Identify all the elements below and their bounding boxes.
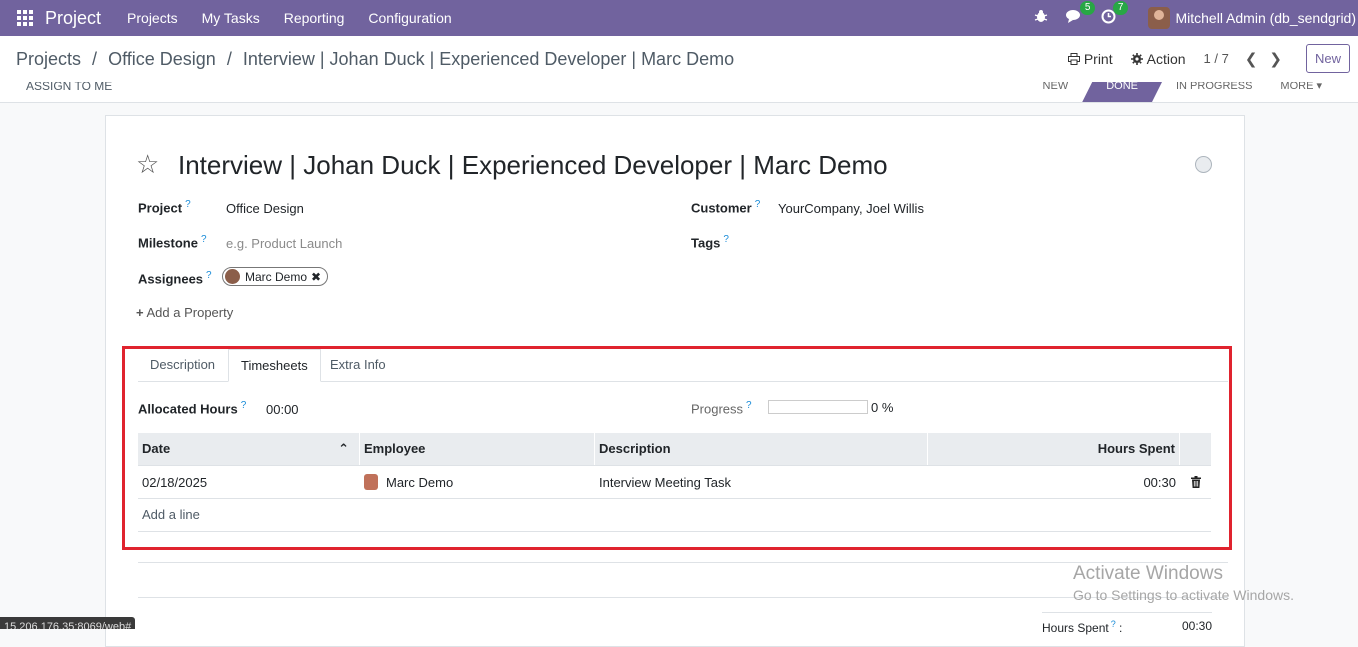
pager-next-icon[interactable]: ❯ (1269, 50, 1282, 68)
printer-icon (1067, 52, 1080, 65)
project-label: Project? (138, 199, 191, 216)
breadcrumb-current: Interview | Johan Duck | Experienced Dev… (242, 49, 735, 69)
stage-pipeline: NEW DONE IN PROGRESS MORE ▾ (1029, 82, 1336, 102)
activities-badge: 7 (1112, 0, 1129, 15)
menu-projects[interactable]: Projects (127, 10, 178, 26)
avatar (225, 269, 240, 284)
add-property-button[interactable]: + Add a Property (136, 305, 233, 320)
milestone-label: Milestone? (138, 234, 207, 251)
kanban-state-indicator[interactable] (1195, 156, 1212, 173)
assignees-label: Assignees? (138, 270, 212, 287)
assign-to-me-button[interactable]: ASSIGN TO ME (26, 82, 112, 93)
help-icon[interactable]: ? (755, 199, 761, 210)
customer-label: Customer? (691, 199, 761, 216)
messages-icon[interactable]: 5 (1066, 1, 1096, 27)
pager-prev-icon[interactable]: ❮ (1245, 50, 1258, 68)
plus-icon: + (136, 305, 144, 320)
customer-field[interactable]: YourCompany, Joel Willis (778, 201, 924, 216)
messages-badge: 5 (1079, 1, 1096, 15)
app-brand[interactable]: Project (45, 8, 101, 29)
status-bar: ASSIGN TO ME NEW DONE IN PROGRESS MORE ▾ (0, 82, 1358, 103)
assignee-tag[interactable]: Marc Demo ✖ (222, 267, 329, 286)
gear-icon (1130, 52, 1143, 65)
print-label: Print (1083, 50, 1113, 67)
control-panel: Projects / Office Design / Interview | J… (0, 36, 1358, 83)
project-field[interactable]: Office Design (226, 201, 304, 216)
help-icon[interactable]: ? (723, 234, 729, 245)
breadcrumb: Projects / Office Design / Interview | J… (16, 49, 734, 70)
user-name: Mitchell Admin (db_sendgrid) (1175, 10, 1356, 26)
remove-tag-icon[interactable]: ✖ (311, 270, 321, 284)
menu-my-tasks[interactable]: My Tasks (202, 10, 260, 26)
stage-more-label: MORE (1280, 82, 1314, 92)
highlight-box (122, 346, 1232, 550)
apps-grid-icon[interactable] (17, 10, 33, 26)
hours-spent-total: Hours Spent? : 00:30 (1042, 612, 1212, 635)
breadcrumb-separator: / (92, 49, 98, 69)
new-button[interactable]: New (1305, 44, 1350, 73)
tags-label: Tags? (691, 234, 729, 251)
action-button[interactable]: Action (1130, 50, 1186, 67)
favorite-star-icon[interactable]: ☆ (136, 149, 159, 180)
help-icon[interactable]: ? (206, 270, 212, 281)
action-label: Action (1146, 50, 1186, 67)
hours-spent-label: Hours Spent? : (1042, 619, 1123, 635)
add-property-label: Add a Property (146, 305, 234, 320)
debug-bug-icon[interactable] (1034, 9, 1048, 27)
stage-done[interactable]: DONE (1082, 82, 1162, 102)
print-button[interactable]: Print (1067, 50, 1113, 67)
browser-status-url: 15.206.176.35:8069/web# (0, 617, 136, 629)
pager-value[interactable]: 1 / 7 (1204, 51, 1229, 66)
activities-clock-icon[interactable]: 7 (1101, 0, 1129, 28)
task-title[interactable]: Interview | Johan Duck | Experienced Dev… (178, 150, 888, 181)
stage-new[interactable]: NEW (1029, 82, 1083, 102)
breadcrumb-separator: / (226, 49, 232, 69)
stage-in-progress[interactable]: IN PROGRESS (1162, 82, 1266, 102)
hours-spent-value: 00:30 (1181, 619, 1212, 633)
top-navbar: Project Projects My Tasks Reporting Conf… (0, 0, 1358, 36)
breadcrumb-projects[interactable]: Projects (16, 49, 81, 69)
caret-down-icon: ▾ (1316, 82, 1322, 92)
stage-more[interactable]: MORE ▾ (1266, 82, 1336, 102)
user-menu[interactable]: Mitchell Admin (db_sendgrid) (1148, 7, 1356, 29)
menu-reporting[interactable]: Reporting (284, 10, 345, 26)
user-avatar (1148, 7, 1171, 29)
summary-separator (138, 562, 1228, 598)
breadcrumb-office-design[interactable]: Office Design (108, 49, 216, 69)
help-icon[interactable]: ? (201, 234, 207, 245)
assignee-name: Marc Demo (245, 269, 308, 284)
menu-configuration[interactable]: Configuration (368, 10, 451, 26)
activate-windows-subtitle: Go to Settings to activate Windows. (1073, 587, 1294, 603)
help-icon[interactable]: ? (185, 199, 191, 210)
activate-windows-title: Activate Windows (1073, 563, 1223, 584)
milestone-field[interactable]: e.g. Product Launch (226, 236, 342, 251)
help-icon[interactable]: ? (1111, 619, 1116, 629)
